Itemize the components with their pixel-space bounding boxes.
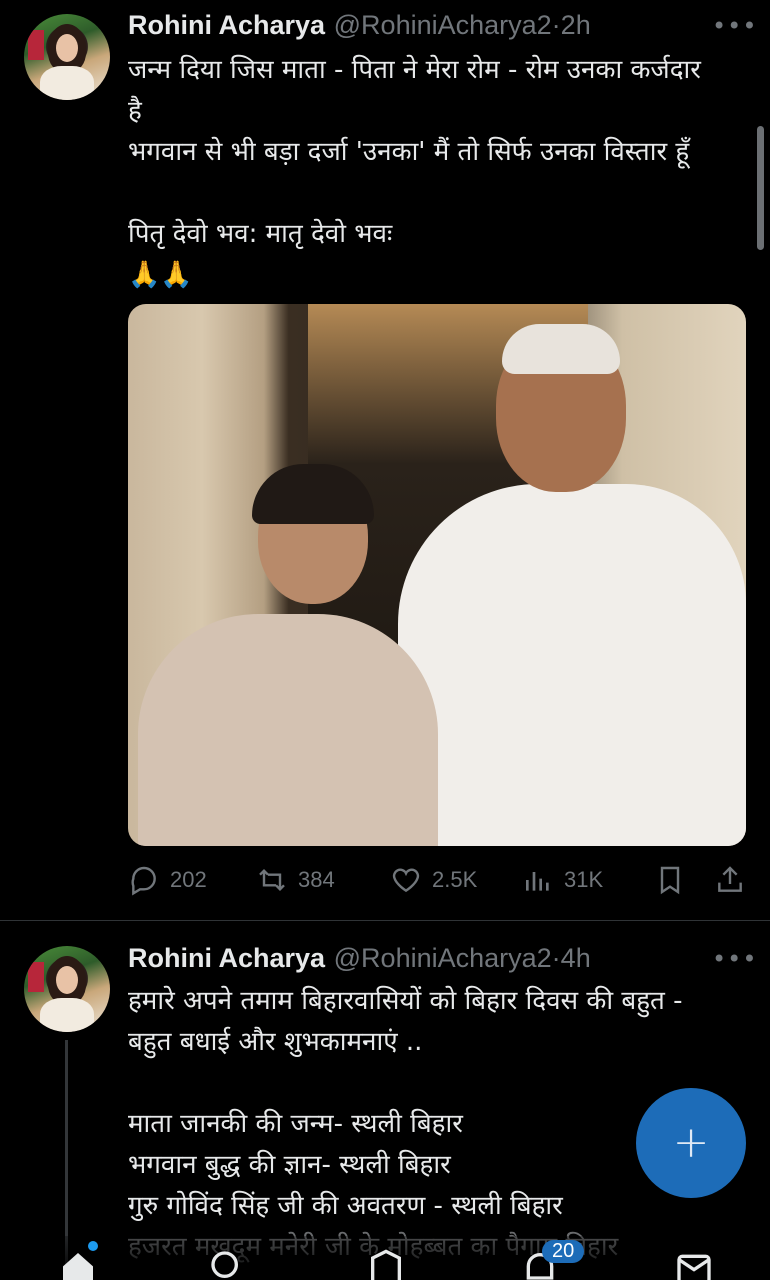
tweet-line: बहुत बधाई और शुभकामनाएं ..	[128, 1027, 423, 1057]
tweet-header: Rohini Acharya @RohiniAcharya2·4h	[128, 943, 591, 974]
author-name[interactable]: Rohini Acharya	[128, 10, 325, 40]
compose-button[interactable]: +	[636, 1088, 746, 1198]
retweet-count: 384	[298, 867, 335, 892]
tweet-line: पितृ देवो भव: मातृ देवो भवः	[128, 219, 393, 249]
author-name[interactable]: Rohini Acharya	[128, 943, 325, 973]
mail-icon[interactable]	[672, 1248, 716, 1280]
bookmark-icon	[660, 866, 680, 895]
views-button[interactable]: 31K	[522, 862, 603, 898]
tweet-photo[interactable]	[128, 304, 746, 846]
like-count: 2.5K	[432, 867, 478, 892]
tweet-text: जन्म दिया जिस माता - पिता ने मेरा रोम - …	[128, 50, 738, 296]
tweet-1[interactable]: Rohini Acharya @RohiniAcharya2·2h ••• जन…	[0, 0, 770, 920]
avatar[interactable]	[24, 14, 110, 100]
tweet-line: भगवान से भी बड़ा दर्जा 'उनका' मैं तो सिर…	[128, 137, 690, 167]
share-icon	[718, 866, 742, 892]
views-icon	[526, 872, 549, 891]
emoji-line: 🙏🙏	[128, 260, 193, 290]
notifications-badge: 20	[542, 1240, 585, 1263]
separator: ·	[551, 943, 561, 973]
tweet-actions: 202 384 2.5K 31K	[128, 862, 748, 898]
more-options-icon[interactable]: •••	[712, 945, 757, 973]
tweet-line: हमारे अपने तमाम बिहारवासियों को बिहार दि…	[128, 986, 683, 1016]
more-options-icon[interactable]: •••	[712, 12, 757, 40]
tweet-header: Rohini Acharya @RohiniAcharya2·2h	[128, 10, 591, 41]
timestamp[interactable]: 4h	[561, 943, 591, 973]
views-count: 31K	[564, 867, 604, 892]
share-button[interactable]	[714, 862, 746, 898]
search-icon[interactable]	[208, 1248, 248, 1280]
home-icon[interactable]	[56, 1248, 100, 1280]
heart-icon	[392, 868, 420, 893]
timestamp[interactable]: 2h	[561, 10, 591, 40]
like-button[interactable]: 2.5K	[390, 862, 477, 898]
communities-icon[interactable]	[366, 1248, 406, 1280]
retweet-icon	[259, 868, 285, 892]
reply-button[interactable]: 202	[128, 862, 207, 898]
author-handle[interactable]: @RohiniAcharya2	[334, 10, 552, 40]
bookmark-button[interactable]	[654, 862, 686, 898]
author-handle[interactable]: @RohiniAcharya2	[334, 943, 552, 973]
plus-icon: +	[672, 1117, 710, 1168]
tweet-line: जन्म दिया जिस माता - पिता ने मेरा रोम - …	[128, 55, 701, 85]
reply-icon	[131, 866, 156, 896]
avatar[interactable]	[24, 946, 110, 1032]
retweet-button[interactable]: 384	[256, 862, 335, 898]
bottom-nav	[0, 1236, 770, 1280]
home-unread-dot	[88, 1241, 98, 1251]
reply-count: 202	[170, 867, 207, 892]
scrollbar[interactable]	[757, 126, 764, 250]
separator: ·	[551, 10, 561, 40]
tweet-line: है	[128, 96, 142, 126]
tweet-line: गुरु गोविंद सिंह जी की अवतरण - स्थली बिह…	[128, 1191, 563, 1221]
